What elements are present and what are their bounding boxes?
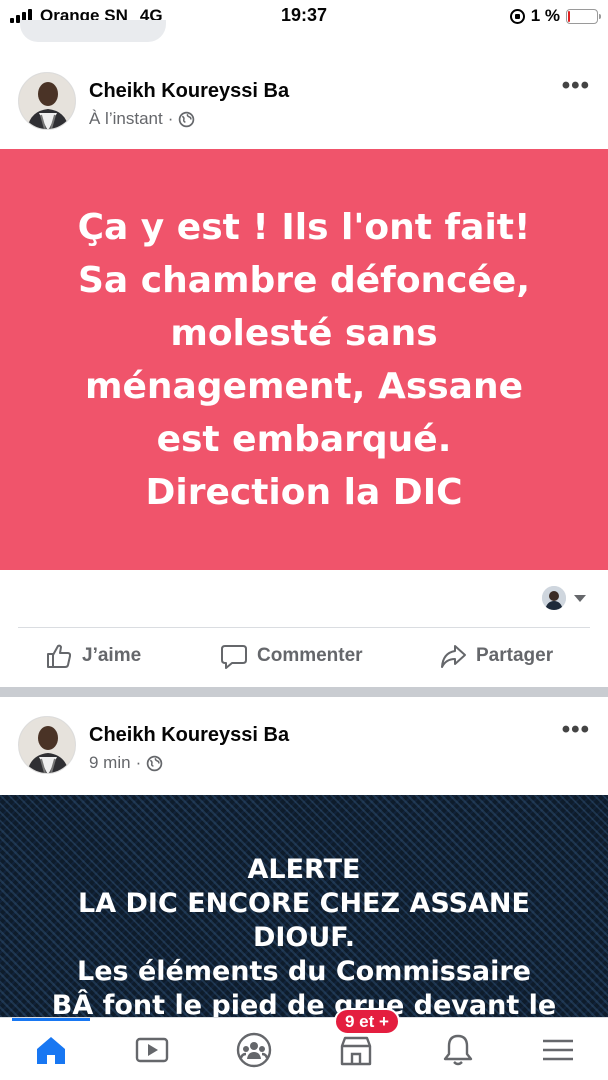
post-text: Ça y est ! Ils l'ont fait! Sa chambre dé…: [77, 206, 531, 513]
chevron-down-icon[interactable]: [574, 595, 586, 602]
marketplace-icon: [340, 1036, 372, 1066]
menu-icon: [543, 1039, 573, 1061]
home-icon: [37, 1037, 65, 1064]
share-button[interactable]: Partager: [439, 642, 553, 670]
battery-level: [568, 10, 570, 22]
status-right: 1 %: [509, 6, 601, 26]
share-icon: [441, 645, 466, 668]
post-author[interactable]: Cheikh Koureyssi Ba: [89, 724, 289, 747]
globe-icon: [146, 755, 163, 771]
post-image[interactable]: ALERTE LA DIC ENCORE CHEZ ASSANE DIOUF. …: [0, 795, 608, 1017]
text-post-background: Ça y est ! Ils l'ont fait! Sa chambre dé…: [0, 149, 608, 570]
meta-separator: ·: [167, 109, 174, 128]
post-options-icon[interactable]: •••: [562, 72, 590, 100]
notifications-icon: [443, 1034, 473, 1066]
avatar[interactable]: [18, 716, 76, 774]
notification-badge[interactable]: 9 et +: [334, 1008, 400, 1035]
meta-separator: ·: [135, 753, 142, 772]
like-label: J’aime: [82, 645, 142, 666]
feed-separator: [0, 687, 608, 697]
video-icon: [135, 1037, 169, 1063]
share-label: Partager: [476, 645, 554, 666]
post-options-icon[interactable]: •••: [562, 716, 590, 744]
orientation-lock-icon: [509, 8, 525, 24]
post-meta: À l’instant ·: [89, 109, 195, 129]
post-image-text: ALERTE LA DIC ENCORE CHEZ ASSANE DIOUF. …: [51, 854, 557, 1017]
battery-percent: 1 %: [530, 6, 560, 25]
post-meta: 9 min ·: [89, 753, 163, 773]
tab-notifications[interactable]: [438, 1030, 478, 1070]
globe-icon: [179, 111, 195, 127]
avatar[interactable]: [18, 72, 76, 130]
comment-label: Commenter: [257, 645, 363, 666]
tab-menu[interactable]: [538, 1030, 578, 1070]
tab-video[interactable]: [132, 1030, 172, 1070]
tab-home[interactable]: [31, 1030, 71, 1070]
composer-pill[interactable]: [20, 20, 166, 42]
post-header: Cheikh Koureyssi Ba À l’instant · •••: [0, 72, 608, 142]
comment-button[interactable]: Commenter: [220, 642, 363, 670]
post-actions: J’aime Commenter Partager: [0, 632, 608, 682]
battery-icon: [566, 8, 601, 24]
post-author[interactable]: Cheikh Koureyssi Ba: [89, 80, 289, 103]
comment-icon: [221, 645, 247, 669]
post-header: Cheikh Koureyssi Ba 9 min · •••: [0, 716, 608, 786]
post-time[interactable]: À l’instant: [89, 109, 163, 129]
thumbs-up-icon: [47, 644, 72, 668]
active-tab-indicator: [12, 1018, 90, 1021]
viewer-avatar[interactable]: [542, 586, 566, 610]
like-button[interactable]: J’aime: [45, 642, 141, 670]
groups-icon: [236, 1032, 272, 1068]
tab-marketplace[interactable]: [336, 1030, 376, 1070]
post-time[interactable]: 9 min: [89, 753, 131, 773]
reaction-row: [0, 580, 608, 620]
tab-groups[interactable]: [234, 1030, 274, 1070]
divider: [18, 627, 590, 628]
bottom-tab-bar: 9 et +: [0, 1008, 608, 1080]
